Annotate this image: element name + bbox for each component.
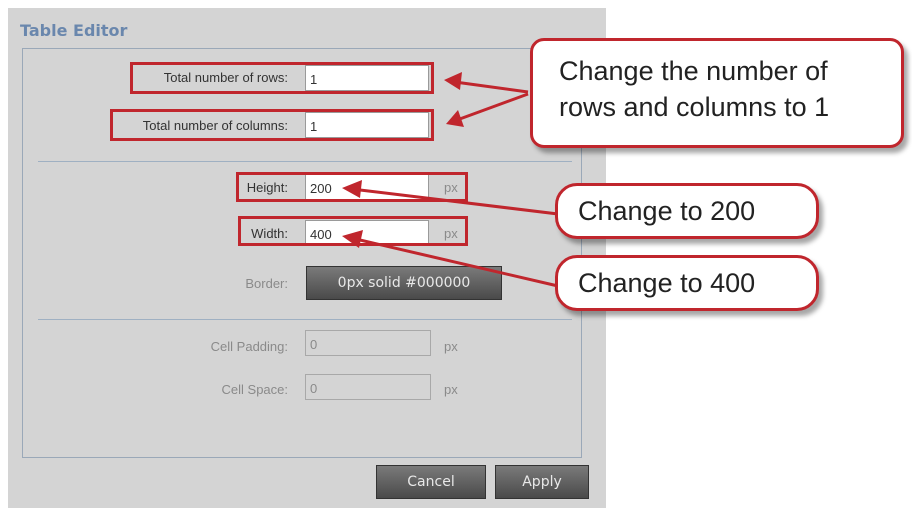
callout-width: Change to 400 xyxy=(555,255,819,311)
callout-height: Change to 200 xyxy=(555,183,819,239)
callout-rows-columns: Change the number of rows and columns to… xyxy=(530,38,904,148)
arrow-columns xyxy=(446,92,529,127)
arrow-height xyxy=(342,180,559,216)
callout-line: rows and columns to 1 xyxy=(559,92,830,122)
callout-line: Change the number of xyxy=(559,56,828,86)
arrow-width xyxy=(342,230,559,288)
arrow-rows xyxy=(444,72,529,94)
